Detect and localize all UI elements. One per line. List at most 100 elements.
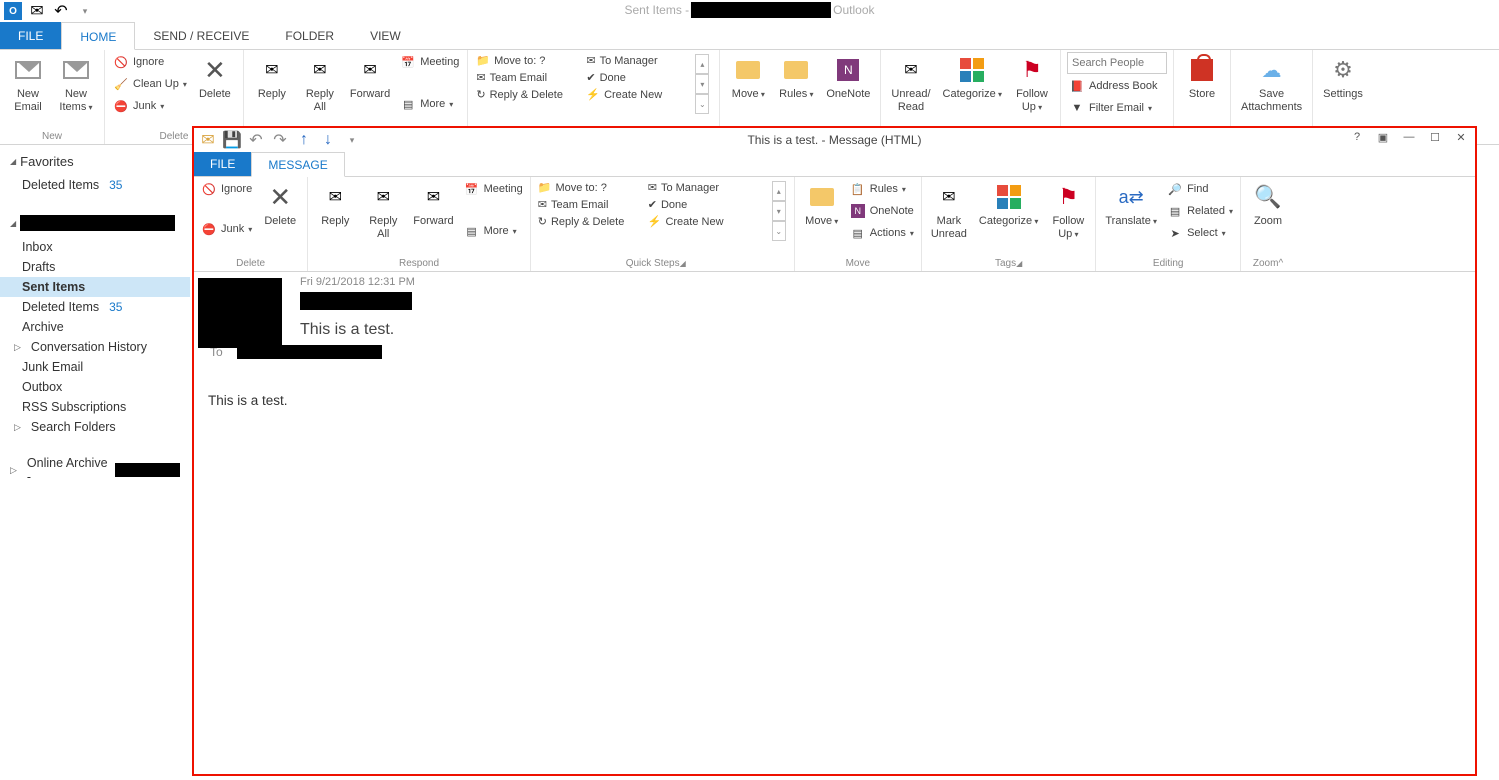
- qs-team-email[interactable]: ✉Team Email: [474, 69, 584, 86]
- help-icon[interactable]: ?: [1345, 128, 1369, 146]
- search-people-input[interactable]: [1067, 52, 1167, 74]
- qat-dropdown-icon[interactable]: ▾: [76, 2, 94, 20]
- dialog-launcher-icon[interactable]: ◢: [680, 259, 686, 268]
- previous-item-icon[interactable]: ↑: [296, 132, 312, 148]
- qs-expand-icon[interactable]: ⌄: [695, 94, 709, 114]
- msg-qs-team-email[interactable]: ✉Team Email: [536, 196, 646, 213]
- dialog-launcher-icon[interactable]: ◢: [1016, 259, 1022, 268]
- filter-email-button[interactable]: ▼Filter Email: [1067, 98, 1167, 118]
- folder-archive[interactable]: Archive: [0, 317, 190, 337]
- folder-deleted-items[interactable]: Deleted Items35: [0, 297, 190, 317]
- meeting-button[interactable]: 📅Meeting: [398, 52, 461, 72]
- save-icon[interactable]: 💾: [224, 132, 240, 148]
- qs-down-icon[interactable]: ▾: [695, 74, 709, 94]
- msg-junk-button[interactable]: ⛔Junk: [199, 219, 254, 239]
- msg-reply-button[interactable]: ✉Reply: [313, 179, 357, 257]
- folder-junk-email[interactable]: Junk Email: [0, 357, 190, 377]
- folder-rss[interactable]: RSS Subscriptions: [0, 397, 190, 417]
- account-name-redacted: [691, 2, 831, 18]
- ribbon-collapse-icon[interactable]: ^: [1278, 258, 1283, 269]
- redo-icon[interactable]: ↷: [272, 132, 288, 148]
- msg-ignore-button[interactable]: 🚫Ignore: [199, 179, 254, 199]
- msg-translate-button[interactable]: a⇄Translate: [1101, 179, 1161, 257]
- send-receive-icon[interactable]: ✉: [28, 2, 46, 20]
- msg-related-button[interactable]: ▤Related: [1165, 201, 1235, 221]
- delete-button[interactable]: ✕ Delete: [193, 52, 237, 130]
- msg-qs-done[interactable]: ✔Done: [646, 196, 756, 213]
- chevron-right-icon: [14, 422, 21, 433]
- folder-icon: 📁: [476, 54, 490, 67]
- msg-zoom-button[interactable]: 🔍Zoom: [1246, 179, 1290, 257]
- chevron-right-icon: [14, 342, 21, 353]
- folder-outbox[interactable]: Outbox: [0, 377, 190, 397]
- msg-select-button[interactable]: ➤Select: [1165, 223, 1235, 243]
- folder-inbox[interactable]: Inbox: [0, 237, 190, 257]
- msg-followup-button[interactable]: ⚑Follow Up: [1046, 179, 1090, 257]
- calendar-icon: 📅: [400, 54, 416, 70]
- junk-button[interactable]: ⛔Junk: [111, 96, 189, 116]
- msg-move-button[interactable]: Move: [800, 179, 844, 257]
- folder-search-folders[interactable]: Search Folders: [0, 417, 190, 437]
- undo-icon[interactable]: ↶: [52, 2, 70, 20]
- msg-mark-unread-button[interactable]: ✉Mark Unread: [927, 179, 971, 257]
- group-new: New Email New Items New: [0, 50, 105, 144]
- qs-expand-icon[interactable]: ⌄: [772, 221, 786, 241]
- qs-up-icon[interactable]: ▴: [772, 181, 786, 201]
- msg-categorize-button[interactable]: Categorize: [975, 179, 1042, 257]
- msg-qs-to-manager[interactable]: ✉To Manager: [646, 179, 756, 196]
- msg-find-button[interactable]: 🔎Find: [1165, 179, 1235, 199]
- qs-reply-delete[interactable]: ↻Reply & Delete: [474, 86, 584, 103]
- tab-home[interactable]: HOME: [61, 22, 135, 50]
- address-book-button[interactable]: 📕Address Book: [1067, 76, 1167, 96]
- qs-up-icon[interactable]: ▴: [695, 54, 709, 74]
- msg-group-move: Move 📋Rules NOneNote ▤Actions Move: [795, 177, 922, 271]
- ribbon-toggle-icon[interactable]: ▣: [1371, 128, 1395, 146]
- folder-conversation-history[interactable]: Conversation History: [0, 337, 190, 357]
- qat-customize-icon[interactable]: ▾: [344, 132, 360, 148]
- envelope-icon: ✉: [200, 132, 216, 148]
- qs-create-new[interactable]: ⚡Create New: [584, 86, 694, 103]
- close-icon[interactable]: ✕: [1449, 128, 1473, 146]
- msg-onenote-button[interactable]: NOneNote: [848, 201, 916, 221]
- msg-meeting-button[interactable]: 📅Meeting: [462, 179, 525, 199]
- folder-sent-items[interactable]: Sent Items: [0, 277, 190, 297]
- new-email-button[interactable]: New Email: [6, 52, 50, 130]
- msg-reply-all-button[interactable]: ✉Reply All: [361, 179, 405, 257]
- qs-move-to[interactable]: 📁Move to: ?: [474, 52, 584, 69]
- reply-icon: ✉: [256, 54, 288, 86]
- msg-qs-move-to[interactable]: 📁Move to: ?: [536, 179, 646, 196]
- folder-online-archive[interactable]: Online Archive -: [0, 453, 190, 487]
- undo-icon[interactable]: ↶: [248, 132, 264, 148]
- msg-qs-reply-delete[interactable]: ↻Reply & Delete: [536, 213, 646, 230]
- minimize-icon[interactable]: —: [1397, 128, 1421, 146]
- msg-tab-file[interactable]: FILE: [194, 152, 251, 176]
- new-items-button[interactable]: New Items: [54, 52, 98, 130]
- tab-send-receive[interactable]: SEND / RECEIVE: [135, 22, 267, 49]
- maximize-icon[interactable]: ☐: [1423, 128, 1447, 146]
- msg-more-button[interactable]: ▤More: [462, 221, 525, 241]
- msg-rules-button[interactable]: 📋Rules: [848, 179, 916, 199]
- msg-qs-create-new[interactable]: ⚡Create New: [646, 213, 756, 230]
- qs-to-manager[interactable]: ✉To Manager: [584, 52, 694, 69]
- ignore-button[interactable]: 🚫Ignore: [111, 52, 189, 72]
- tab-folder[interactable]: FOLDER: [267, 22, 352, 49]
- mail-icon: ✉: [648, 181, 657, 194]
- ignore-icon: 🚫: [201, 181, 217, 197]
- qs-down-icon[interactable]: ▾: [772, 201, 786, 221]
- qs-done[interactable]: ✔Done: [584, 69, 694, 86]
- block-icon: ⛔: [113, 98, 129, 114]
- cleanup-button[interactable]: 🧹Clean Up: [111, 74, 189, 94]
- tab-file[interactable]: FILE: [0, 22, 61, 49]
- favorites-header[interactable]: Favorites: [0, 148, 190, 175]
- msg-tab-message[interactable]: MESSAGE: [251, 152, 344, 177]
- msg-forward-button[interactable]: ✉Forward: [409, 179, 457, 257]
- next-item-icon[interactable]: ↓: [320, 132, 336, 148]
- account-header[interactable]: [0, 209, 190, 237]
- tab-view[interactable]: VIEW: [352, 22, 419, 49]
- msg-delete-button[interactable]: ✕Delete: [258, 179, 302, 257]
- title-suffix: Outlook: [833, 3, 874, 17]
- folder-deleted-items-fav[interactable]: Deleted Items35: [0, 175, 190, 195]
- more-respond-button[interactable]: ▤More: [398, 94, 461, 114]
- msg-actions-button[interactable]: ▤Actions: [848, 223, 916, 243]
- folder-drafts[interactable]: Drafts: [0, 257, 190, 277]
